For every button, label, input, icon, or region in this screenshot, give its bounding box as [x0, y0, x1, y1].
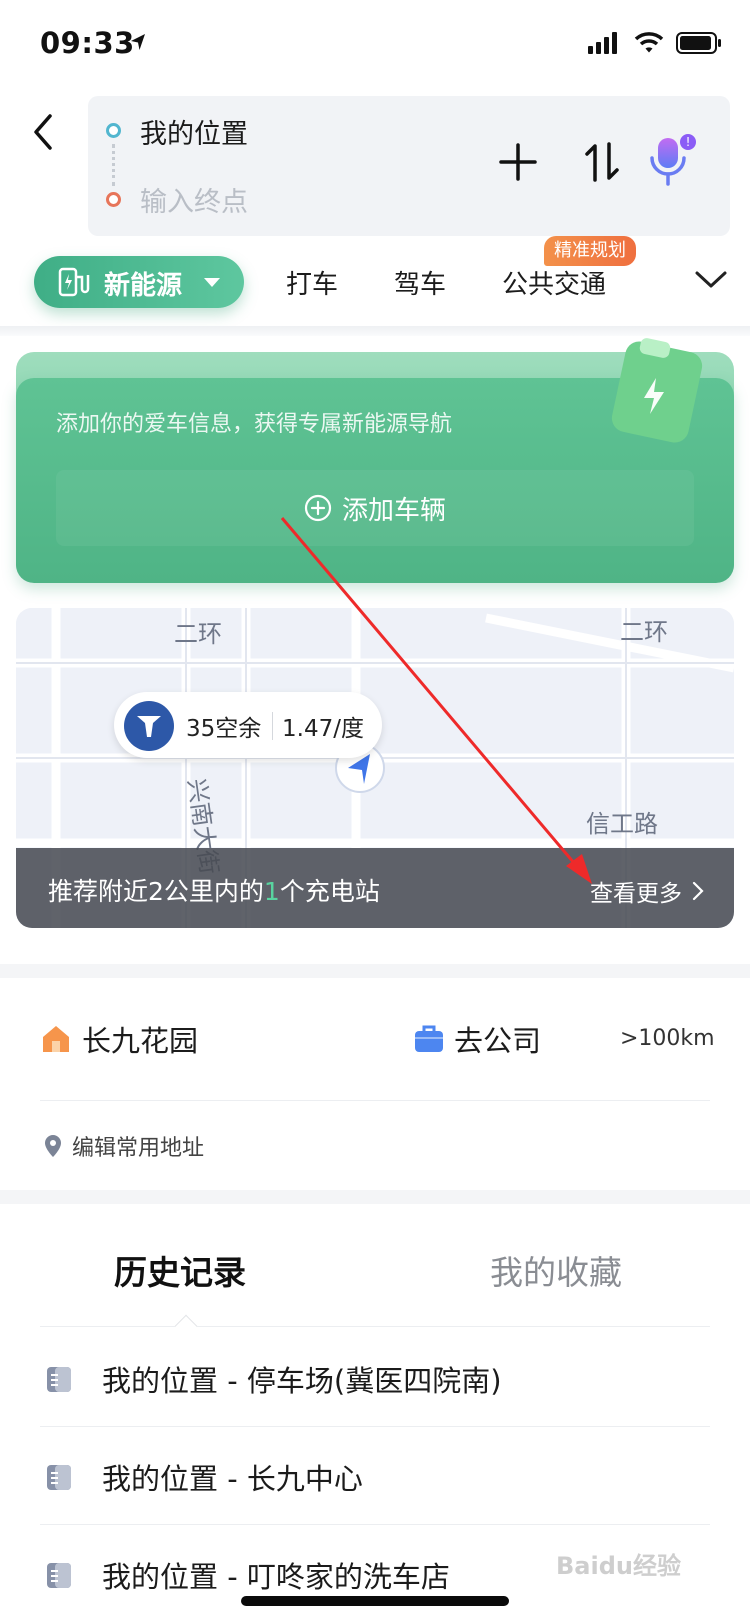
add-waypoint-icon[interactable]: [498, 142, 538, 182]
map-pin-icon: [45, 1135, 61, 1157]
tab-new-energy-label: 新能源: [104, 271, 183, 301]
destination-input[interactable]: 输入终点: [140, 180, 248, 219]
origin-input[interactable]: 我的位置: [140, 112, 248, 151]
chevron-down-icon[interactable]: [694, 270, 728, 290]
edit-address-link[interactable]: 编辑常用地址: [44, 1130, 204, 1162]
map-road-label: 二环: [620, 618, 668, 646]
home-icon: [43, 1026, 69, 1052]
header-divider: [0, 326, 750, 336]
home-shortcut[interactable]: 长九花园: [40, 1018, 198, 1060]
history-item[interactable]: 我的位置 - 长九中心: [44, 1428, 704, 1524]
destination-dot-icon: [106, 192, 121, 207]
swap-icon[interactable]: [582, 140, 622, 184]
briefcase-icon: [415, 1025, 443, 1052]
tab-drive[interactable]: 驾车: [394, 264, 446, 301]
battery-icon: [676, 32, 721, 54]
home-label: 长九花园: [82, 1024, 199, 1058]
vehicle-promo-text: 添加你的爱车信息，获得专属新能源导航: [56, 412, 453, 437]
chevron-down-icon: [204, 278, 220, 287]
map-road-label: 信工路: [586, 810, 658, 838]
edit-address-label: 编辑常用地址: [72, 1136, 205, 1161]
location-arrow-icon: [131, 34, 145, 50]
tab-transit[interactable]: 公共交通: [502, 264, 606, 301]
section-divider: [0, 1190, 750, 1204]
charging-station-marker[interactable]: 35空余 1.47/度: [114, 692, 382, 758]
status-time: 09:33: [40, 26, 135, 60]
history-item[interactable]: 我的位置 - 停车场(冀医四院南): [44, 1330, 704, 1426]
history-item-label: 我的位置 - 停车场(冀医四院南): [102, 1364, 502, 1398]
see-more-link[interactable]: 查看更多: [590, 874, 704, 908]
route-connector: [112, 144, 115, 186]
history-item-label: 我的位置 - 长九中心: [102, 1462, 363, 1496]
divider: [272, 712, 273, 740]
home-indicator[interactable]: [241, 1596, 509, 1606]
divider: [40, 1426, 710, 1427]
map-road-label: 二环: [174, 620, 222, 648]
document-icon: [47, 1465, 71, 1490]
station-price: 1.47/度: [282, 716, 364, 742]
tab-favorites[interactable]: 我的收藏: [490, 1246, 622, 1294]
origin-dot-icon: [106, 123, 121, 138]
tab-taxi[interactable]: 打车: [286, 264, 338, 301]
charging-pile-icon: [58, 267, 90, 297]
add-vehicle-label: 添加车辆: [341, 495, 446, 526]
chevron-right-icon: [692, 881, 704, 901]
document-icon: [47, 1367, 71, 1392]
back-icon[interactable]: [26, 108, 62, 156]
document-icon: [47, 1563, 71, 1588]
recommend-text: 推荐附近2公里内的1个充电站: [48, 877, 380, 906]
company-distance: >100km: [620, 1026, 715, 1051]
company-shortcut[interactable]: 去公司: [414, 1018, 541, 1060]
see-more-label: 查看更多: [590, 881, 682, 907]
tab-history[interactable]: 历史记录: [114, 1246, 246, 1294]
company-label: 去公司: [454, 1024, 542, 1058]
divider: [40, 1326, 710, 1327]
recommend-bar[interactable]: 推荐附近2公里内的1个充电站 查看更多: [16, 848, 734, 928]
plus-circle-icon: [304, 494, 332, 522]
divider: [40, 1100, 710, 1101]
tab-new-energy[interactable]: 新能源: [34, 256, 244, 308]
battery-illustration-icon: [611, 338, 703, 443]
microphone-icon[interactable]: !: [644, 132, 700, 190]
add-vehicle-button[interactable]: 添加车辆: [56, 470, 694, 546]
divider: [40, 1524, 710, 1525]
svg-text:!: !: [686, 135, 691, 149]
station-brand-icon: [124, 701, 174, 751]
history-item-label: 我的位置 - 叮咚家的洗车店: [102, 1560, 450, 1594]
wifi-icon: [634, 32, 664, 53]
status-bar: 09:33: [0, 0, 750, 90]
charging-map-card[interactable]: 二环 二环 兴南大街 信工路 35空余 1.47/度 推荐附近2公里内的1个充电…: [16, 608, 734, 928]
station-free-count: 35空余: [186, 716, 262, 742]
route-input-box: 我的位置 输入终点 !: [88, 96, 730, 236]
section-divider: [0, 964, 750, 978]
precise-plan-badge: 精准规划: [544, 236, 636, 266]
watermark: Baidu经验: [556, 1552, 681, 1580]
recommend-count: 1: [263, 877, 280, 906]
signal-icon: [588, 32, 617, 54]
